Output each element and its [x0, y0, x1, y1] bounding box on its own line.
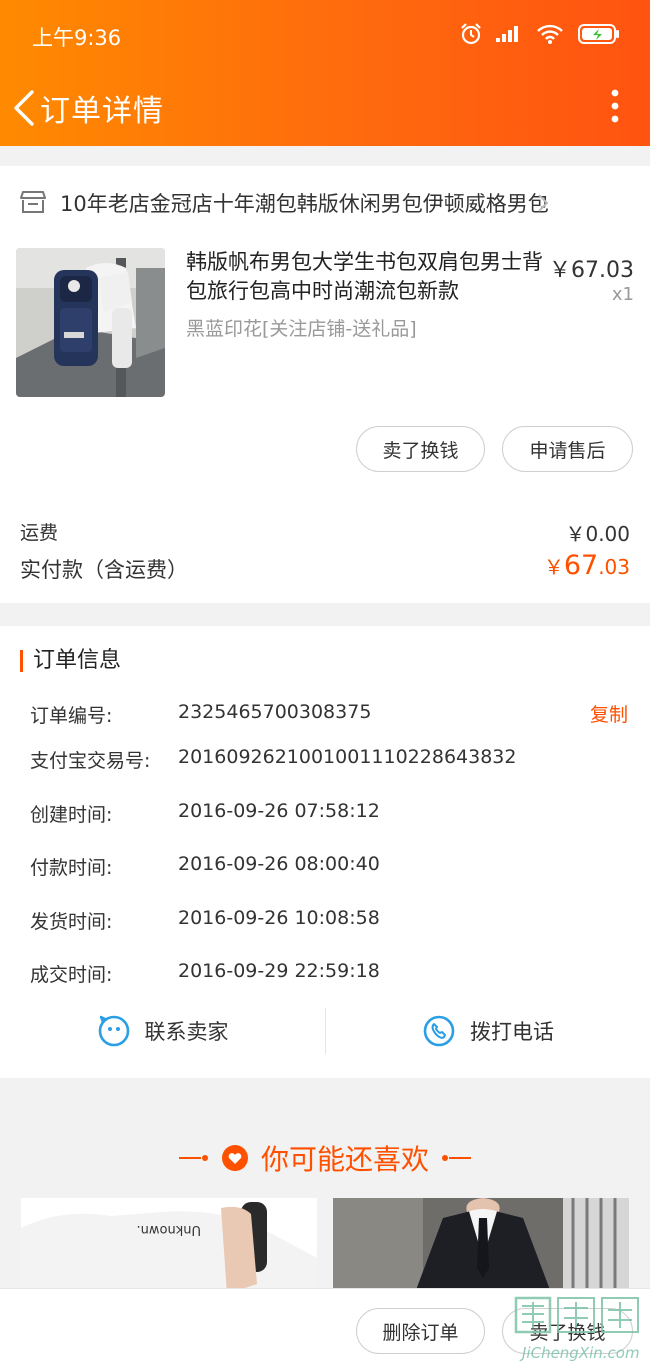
watermark-text: JiChengXin.com: [519, 1344, 640, 1362]
paid-time-label: 付款时间:: [30, 857, 113, 879]
deal-time-value: 2016-09-29 22:59:18: [178, 960, 380, 982]
after-sale-button[interactable]: 申请售后: [502, 426, 633, 472]
order-number-value: 2325465700308375: [178, 701, 372, 723]
order-info-card: 订单信息 订单编号: 2325465700308375 复制 支付宝交易号: 2…: [0, 626, 650, 996]
more-icon[interactable]: [610, 88, 620, 124]
wangwang-icon: [98, 1015, 129, 1047]
recommend-item-suit[interactable]: [333, 1198, 629, 1298]
back-arrow-icon[interactable]: [10, 88, 38, 128]
left-dash-decoration: [178, 1155, 208, 1161]
order-product-card: 10年老店金冠店十年潮包韩版休闲男包伊顿威格男包 韩版帆布男包大学生书包双肩包男…: [0, 166, 650, 603]
paid-label: 实付款（含运费）: [20, 558, 188, 582]
chevron-right-icon: [538, 194, 549, 212]
product-image[interactable]: [16, 248, 165, 397]
paid-time-value: 2016-09-26 08:00:40: [178, 853, 380, 875]
call-phone-label: 拨打电话: [470, 1020, 554, 1044]
product-price: ￥67.03: [549, 258, 634, 283]
paid-currency: ￥: [543, 555, 564, 579]
paid-amount: ￥67.03: [544, 550, 630, 581]
contact-seller-label: 联系卖家: [144, 1020, 229, 1044]
shirt-print-text: Unknown.: [137, 1222, 201, 1237]
shipped-time-value: 2016-09-26 10:08:58: [178, 907, 380, 929]
product-sku: 黑蓝印花[关注店铺-送礼品]: [186, 318, 417, 340]
watermark: JiChengXin.com: [508, 1296, 646, 1370]
status-icons: [460, 22, 620, 46]
product-title[interactable]: 韩版帆布男包大学生书包双肩包男士背包旅行包高中时尚潮流包新款: [186, 248, 546, 306]
recommend-title: 你可能还喜欢: [260, 1143, 429, 1176]
shipping-label: 运费: [20, 522, 59, 544]
copy-button[interactable]: 复制: [590, 700, 628, 727]
recommend-item-tshirt[interactable]: Unknown.: [21, 1198, 317, 1298]
wifi-icon: [537, 24, 563, 44]
page-title: 订单详情: [40, 94, 164, 129]
alipay-trade-label: 支付宝交易号:: [30, 750, 151, 772]
order-number-label: 订单编号:: [30, 705, 113, 727]
status-time: 上午9:36: [32, 26, 122, 50]
status-bar: 上午9:36: [0, 0, 650, 72]
shop-row[interactable]: 10年老店金冠店十年潮包韩版休闲男包伊顿威格男包: [0, 166, 650, 242]
deal-time-label: 成交时间:: [30, 964, 113, 986]
shipping-value: ￥0.00: [565, 522, 630, 546]
order-info-title: 订单信息: [20, 650, 121, 672]
alarm-icon: [461, 23, 481, 45]
shop-icon: [20, 191, 46, 213]
product-qty: x1: [611, 284, 634, 305]
paid-integer: 67: [563, 550, 599, 581]
heart-icon: [221, 1145, 248, 1171]
shop-name[interactable]: 10年老店金冠店十年潮包韩版休闲男包伊顿威格男包: [60, 188, 549, 218]
delete-order-button[interactable]: 删除订单: [356, 1308, 485, 1354]
battery-icon: [578, 24, 619, 44]
alipay-trade-value: 2016092621001001110228643832: [178, 746, 517, 768]
contact-bar: 联系卖家 拨打电话: [0, 996, 650, 1078]
created-time-value: 2016-09-26 07:58:12: [178, 800, 380, 822]
sell-for-cash-button[interactable]: 卖了换钱: [356, 426, 485, 472]
created-time-label: 创建时间:: [30, 804, 113, 826]
contact-seller-button[interactable]: 联系卖家: [0, 996, 325, 1066]
paid-decimal: .03: [598, 555, 630, 579]
signal-icon: [496, 26, 518, 42]
nav-bar: 订单详情: [0, 72, 650, 146]
shipped-time-label: 发货时间:: [30, 911, 113, 933]
recommend-header: 你可能还喜欢: [0, 1138, 650, 1178]
call-phone-button[interactable]: 拨打电话: [326, 996, 650, 1066]
phone-icon: [423, 1015, 455, 1047]
right-dash-decoration: [442, 1155, 471, 1161]
app-header: 上午9:36 订单详情: [0, 0, 650, 146]
